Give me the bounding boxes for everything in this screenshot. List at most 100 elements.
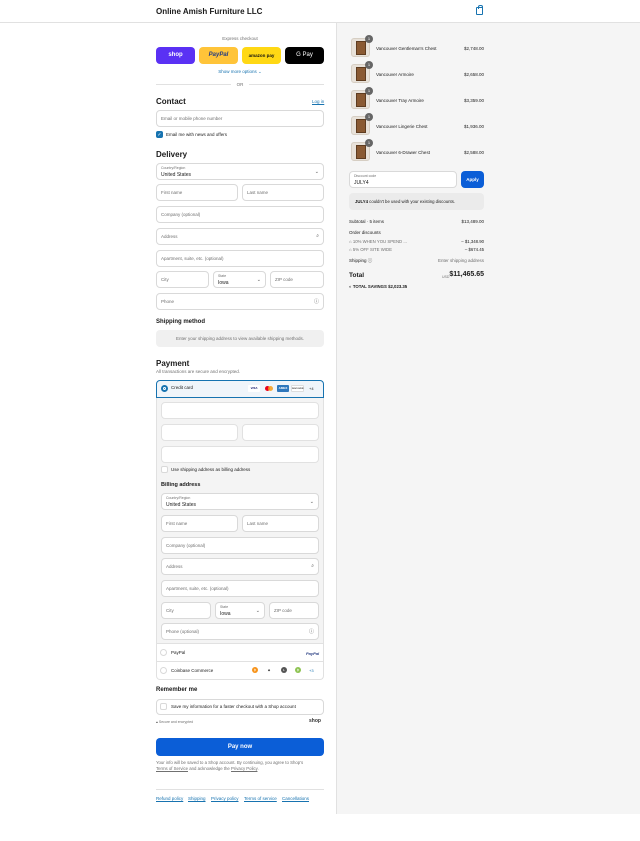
shipping-line: Shipping ⓘ xyxy=(349,258,372,264)
last-name-field[interactable]: Last name xyxy=(242,184,324,201)
email-placeholder: Email or mobile phone number xyxy=(161,116,223,121)
billing-first-name-field[interactable]: First name xyxy=(161,515,238,532)
amazon-pay-button[interactable]: amazon pay xyxy=(242,47,281,64)
billing-last-name-field[interactable]: Last name xyxy=(242,515,319,532)
billing-first-name-placeholder: First name xyxy=(166,521,188,526)
state-select[interactable]: State Iowa ⌄ xyxy=(213,271,266,288)
billing-title: Billing address xyxy=(161,482,201,488)
chevron-down-icon: ⌄ xyxy=(256,277,261,283)
apartment-field[interactable]: Apartment, suite, etc. (optional) xyxy=(156,250,324,267)
help-icon[interactable]: ⓘ xyxy=(309,628,314,635)
payment-title: Payment xyxy=(156,359,190,368)
city-placeholder: City xyxy=(161,277,169,282)
help-icon[interactable]: ⓘ xyxy=(368,258,373,263)
quantity-badge: 1 xyxy=(365,139,373,147)
first-name-field[interactable]: First name xyxy=(156,184,238,201)
line-item-name: Vancouver Tray Armoire xyxy=(376,98,424,103)
header: Online Amish Furniture LLC xyxy=(0,0,640,23)
billing-city-field[interactable]: City xyxy=(161,602,211,619)
phone-placeholder: Phone xyxy=(161,299,175,304)
coinbase-radio[interactable] xyxy=(160,667,167,674)
terms-of-service-link[interactable]: Terms of service xyxy=(244,796,277,801)
newsletter-checkbox[interactable]: ✓ xyxy=(156,131,163,138)
payment-subtitle: All transactions are secure and encrypte… xyxy=(156,369,241,374)
billing-company-field[interactable]: Company (optional) xyxy=(161,537,319,554)
country-select[interactable]: Country/Region United States ⌄ xyxy=(156,163,324,180)
discount-code-value: JULY4 xyxy=(354,180,369,186)
name-on-card-field[interactable] xyxy=(161,446,319,463)
shop-pay-button[interactable]: shop xyxy=(156,47,195,64)
line-item-price: $1,936.00 xyxy=(463,124,484,129)
apply-button[interactable]: Apply xyxy=(461,171,484,188)
phone-field[interactable]: Phone ⓘ xyxy=(156,293,324,310)
billing-country-select[interactable]: Country/Region United States ⌄ xyxy=(161,493,319,510)
amex-icon: AMEX xyxy=(277,385,289,392)
billing-phone-placeholder: Phone (optional) xyxy=(166,629,200,634)
save-info-checkbox[interactable] xyxy=(160,703,167,710)
bag-icon[interactable] xyxy=(476,5,483,15)
paypal-radio[interactable] xyxy=(160,649,167,656)
shop-logo: shop xyxy=(309,718,321,724)
zip-placeholder: ZIP code xyxy=(275,277,293,282)
line-item-price: $2,588.00 xyxy=(463,150,484,155)
quantity-badge: 1 xyxy=(365,113,373,121)
discount2-value: – $674.45 xyxy=(464,247,484,252)
refund-policy-link[interactable]: Refund policy xyxy=(156,796,183,801)
billing-country-label: Country/Region xyxy=(166,496,191,500)
billing-phone-field[interactable]: Phone (optional) ⓘ xyxy=(161,623,319,640)
terms-link[interactable]: Terms of Service xyxy=(156,766,188,771)
order-summary-panel xyxy=(336,23,640,814)
google-pay-button[interactable]: G Pay xyxy=(285,47,324,64)
billing-apartment-placeholder: Apartment, suite, etc. (optional) xyxy=(166,586,229,591)
privacy-link[interactable]: Privacy Policy xyxy=(231,766,257,771)
help-icon[interactable]: ⓘ xyxy=(314,298,319,305)
line-item-price: $3,359.00 xyxy=(463,98,484,103)
remember-title: Remember me xyxy=(156,687,198,693)
zip-field[interactable]: ZIP code xyxy=(270,271,324,288)
billing-country-value: United States xyxy=(166,502,197,508)
city-field[interactable]: City xyxy=(156,271,209,288)
discount-error-text: couldn't be used with your existing disc… xyxy=(367,199,456,204)
footer-divider xyxy=(156,789,324,790)
address-field[interactable]: Address ⌕ xyxy=(156,228,324,245)
email-field[interactable]: Email or mobile phone number xyxy=(156,110,324,127)
paypal-button[interactable]: PayPal xyxy=(199,47,238,64)
expiration-field[interactable] xyxy=(161,424,238,441)
use-shipping-checkbox[interactable] xyxy=(161,466,168,473)
billing-state-select[interactable]: State Iowa ⌄ xyxy=(215,602,265,619)
billing-apartment-field[interactable]: Apartment, suite, etc. (optional) xyxy=(161,580,319,597)
product-thumbnail: 1 xyxy=(351,87,373,109)
login-link[interactable]: Log in xyxy=(312,99,324,104)
product-thumbnail: 1 xyxy=(351,61,373,83)
privacy-policy-link[interactable]: Privacy policy xyxy=(211,796,239,801)
show-more-options-link[interactable]: Show more options ⌄ xyxy=(156,69,324,75)
line-item-name: Vancouver Armoire xyxy=(376,72,414,77)
discount-line: ⌂ 5% OFF SITE WIDE xyxy=(349,247,392,252)
use-shipping-label: Use shipping address as billing address xyxy=(171,467,251,472)
chevron-down-icon: ⌄ xyxy=(309,499,314,505)
security-code-field[interactable] xyxy=(242,424,319,441)
discount1-name: 10% WHEN YOU SPEND ... xyxy=(352,239,407,244)
credit-card-radio[interactable] xyxy=(161,385,168,392)
tag-icon: ⌂ xyxy=(349,247,352,252)
line-item-name: Vancouver Lingerie Chest xyxy=(376,124,428,129)
store-name[interactable]: Online Amish Furniture LLC xyxy=(156,7,262,16)
company-field[interactable]: Company (optional) xyxy=(156,206,324,223)
newsletter-label: Email me with news and offers xyxy=(166,132,227,137)
legal-text-1: Your info will be saved to a Shop accoun… xyxy=(156,760,304,765)
shipping-method-title: Shipping method xyxy=(156,319,205,325)
billing-address-field[interactable]: Address ⌕ xyxy=(161,558,319,575)
credit-card-label: Credit card xyxy=(171,385,194,390)
billing-state-label: State xyxy=(220,605,229,609)
shipping-policy-link[interactable]: Shipping xyxy=(188,796,206,801)
total-label: Total xyxy=(349,272,365,279)
pay-now-button[interactable]: Pay now xyxy=(156,738,324,756)
billing-zip-field[interactable]: ZIP code xyxy=(269,602,319,619)
state-label: State xyxy=(218,274,227,278)
card-number-field[interactable] xyxy=(161,402,319,419)
currency-code: USD xyxy=(442,275,450,279)
shipping-method-message: Enter your shipping address to view avai… xyxy=(156,330,324,347)
discount-code-field[interactable]: Discount code JULY4 xyxy=(349,171,457,188)
cancellations-link[interactable]: Cancellations xyxy=(282,796,309,801)
chevron-down-icon: ⌄ xyxy=(258,69,262,74)
